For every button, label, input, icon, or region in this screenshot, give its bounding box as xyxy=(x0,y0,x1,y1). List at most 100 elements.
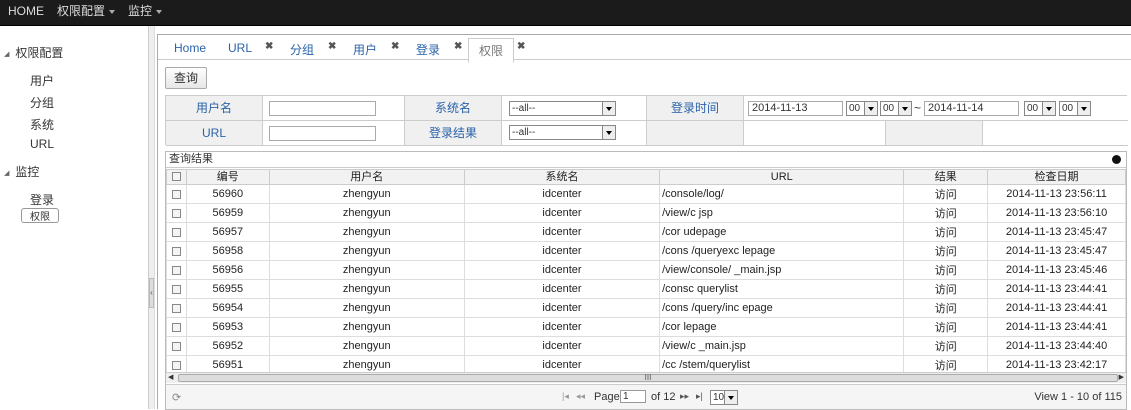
collapse-icon[interactable] xyxy=(1112,155,1121,164)
table-row[interactable]: 56958 zhengyun idcenter/cons /queryexc lep… xyxy=(166,241,1126,261)
cell-url: /cor udepage xyxy=(659,222,905,242)
date-from-input[interactable]: 2014-11-13 xyxy=(748,101,843,116)
collapse-arrow-icon[interactable]: ‹ xyxy=(149,278,154,308)
checkbox[interactable] xyxy=(171,246,181,256)
checkbox[interactable] xyxy=(171,227,181,237)
page-number-input[interactable]: 1 xyxy=(620,390,646,403)
min-to-select[interactable]: 00 xyxy=(1059,101,1091,116)
sidebar-group-monitor[interactable]: ◢ 监控 xyxy=(4,163,39,180)
cell-id: 56955 xyxy=(185,279,270,299)
checkbox[interactable] xyxy=(171,303,181,313)
table-row[interactable]: 56955 zhengyun idcenter/consc querylist 访问 2… xyxy=(166,279,1126,299)
nav-perm-label: 权限配置 xyxy=(57,4,106,18)
next-page-icon[interactable]: ▸▸ xyxy=(680,391,689,402)
cell-username: zhengyun xyxy=(268,260,465,280)
row-select-cell[interactable] xyxy=(166,222,187,242)
scroll-right-icon[interactable]: ▶ xyxy=(1119,373,1124,381)
first-page-icon[interactable]: |◂ xyxy=(562,391,569,402)
query-button[interactable]: 查询 xyxy=(165,67,207,89)
table-row[interactable]: 56959 zhengyun idcenter/view/c jsp 访问 2014-1… xyxy=(166,203,1126,223)
table-header-row: 编号 用户名 系统名 URL 结果 检查日期 xyxy=(166,169,1126,185)
username-input[interactable] xyxy=(269,101,376,116)
refresh-icon[interactable]: ⟳ xyxy=(172,391,181,404)
sidebar-item-groups[interactable]: 分组 xyxy=(30,94,54,111)
table-row[interactable]: 56953 zhengyun idcenter/cor lepage 访问 2014-1… xyxy=(166,317,1126,337)
empty-cell xyxy=(983,121,1128,146)
sidebar-item-users[interactable]: 用户 xyxy=(30,72,54,89)
col-header-system[interactable]: 系统名 xyxy=(463,169,661,185)
nav-home[interactable]: HOME xyxy=(8,4,44,18)
row-select-cell[interactable] xyxy=(166,241,187,261)
hour-from-select[interactable]: 00 xyxy=(846,101,878,116)
checkbox[interactable] xyxy=(171,284,181,294)
row-select-cell[interactable] xyxy=(166,298,187,318)
hour-to-select[interactable]: 00 xyxy=(1024,101,1056,116)
col-header-url[interactable]: URL xyxy=(659,169,905,185)
horizontal-scrollbar[interactable]: ◀ III ▶ xyxy=(166,372,1126,383)
cell-result: 访问 xyxy=(903,298,989,318)
grid-title: 查询结果 xyxy=(166,152,1126,168)
nav-monitor-menu[interactable]: 监控 xyxy=(128,4,163,18)
table-row[interactable]: 56954 zhengyun idcenter/cons /query/inc ep… xyxy=(166,298,1126,318)
row-select-cell[interactable] xyxy=(166,279,187,299)
table-row[interactable]: 56960 zhengyun idcenter/console/log/访问 2014… xyxy=(166,184,1126,204)
row-select-cell[interactable] xyxy=(166,203,187,223)
close-icon[interactable]: ✖ xyxy=(328,41,336,52)
table-row[interactable]: 56956 zhengyun idcenter/view/console/ _mai… xyxy=(166,260,1126,280)
chevron-down-icon xyxy=(602,126,615,139)
close-icon[interactable]: ✖ xyxy=(517,41,525,52)
tab-permission[interactable]: 权限 xyxy=(468,38,515,63)
sidebar-splitter[interactable]: ‹ xyxy=(148,26,155,409)
last-page-icon[interactable]: ▸| xyxy=(696,391,703,402)
tab-users[interactable]: 用户 xyxy=(353,41,377,58)
scroll-left-icon[interactable]: ◀ xyxy=(168,373,173,381)
checkbox[interactable] xyxy=(171,172,181,182)
col-header-id[interactable]: 编号 xyxy=(185,169,270,185)
checkbox[interactable] xyxy=(171,322,181,332)
col-header-date[interactable]: 检查日期 xyxy=(987,169,1126,185)
row-select-cell[interactable] xyxy=(166,317,187,337)
scroll-thumb[interactable]: III xyxy=(178,374,1118,382)
row-select-cell[interactable] xyxy=(166,336,187,356)
table-row[interactable]: 56952 zhengyun idcenter/view/c _main.jsp 访问… xyxy=(166,336,1126,356)
select-all-header[interactable] xyxy=(166,169,187,185)
row-select-cell[interactable] xyxy=(166,260,187,280)
tab-login[interactable]: 登录 xyxy=(416,41,440,58)
sidebar-item-systems[interactable]: 系统 xyxy=(30,116,54,133)
result-select[interactable]: --all-- xyxy=(509,125,616,140)
checkbox[interactable] xyxy=(171,208,181,218)
min-from-select[interactable]: 00 xyxy=(880,101,912,116)
system-select[interactable]: --all-- xyxy=(509,101,616,116)
row-select-cell[interactable] xyxy=(166,184,187,204)
url-input[interactable] xyxy=(269,126,376,141)
checkbox[interactable] xyxy=(171,360,181,370)
tab-groups[interactable]: 分组 xyxy=(290,41,314,58)
tab-url[interactable]: URL xyxy=(228,41,252,55)
checkbox[interactable] xyxy=(171,189,181,199)
col-header-result[interactable]: 结果 xyxy=(903,169,989,185)
table-row[interactable]: 56957 zhengyun idcenter/cor udepage 访问 2014-… xyxy=(166,222,1126,242)
page-size-value: 10 xyxy=(713,392,725,403)
close-icon[interactable]: ✖ xyxy=(391,41,399,52)
close-icon[interactable]: ✖ xyxy=(454,41,462,52)
chevron-down-icon xyxy=(898,102,911,115)
page-label: Page xyxy=(594,391,620,403)
sidebar-item-login[interactable]: 登录 xyxy=(30,191,54,208)
close-icon[interactable]: ✖ xyxy=(265,41,273,52)
nav-perm-menu[interactable]: 权限配置 xyxy=(57,4,116,18)
sidebar-group-perm[interactable]: ◢ 权限配置 xyxy=(4,44,63,61)
cell-date: 2014-11-13 23:45:46 xyxy=(987,260,1126,280)
url-cell xyxy=(263,121,405,146)
prev-page-icon[interactable]: ◂◂ xyxy=(576,391,585,402)
sidebar-item-permission[interactable]: 权限 xyxy=(21,208,59,223)
tab-home[interactable]: Home xyxy=(174,41,206,55)
top-navbar: HOME 权限配置 监控 xyxy=(0,0,1131,26)
col-header-username[interactable]: 用户名 xyxy=(268,169,465,185)
date-to-input[interactable]: 2014-11-14 xyxy=(924,101,1019,116)
chevron-down-icon xyxy=(864,102,877,115)
checkbox[interactable] xyxy=(171,265,181,275)
page-size-select[interactable]: 10 xyxy=(710,390,738,405)
sidebar-item-url[interactable]: URL xyxy=(30,137,54,151)
checkbox[interactable] xyxy=(171,341,181,351)
cell-system: idcenter xyxy=(463,241,661,261)
